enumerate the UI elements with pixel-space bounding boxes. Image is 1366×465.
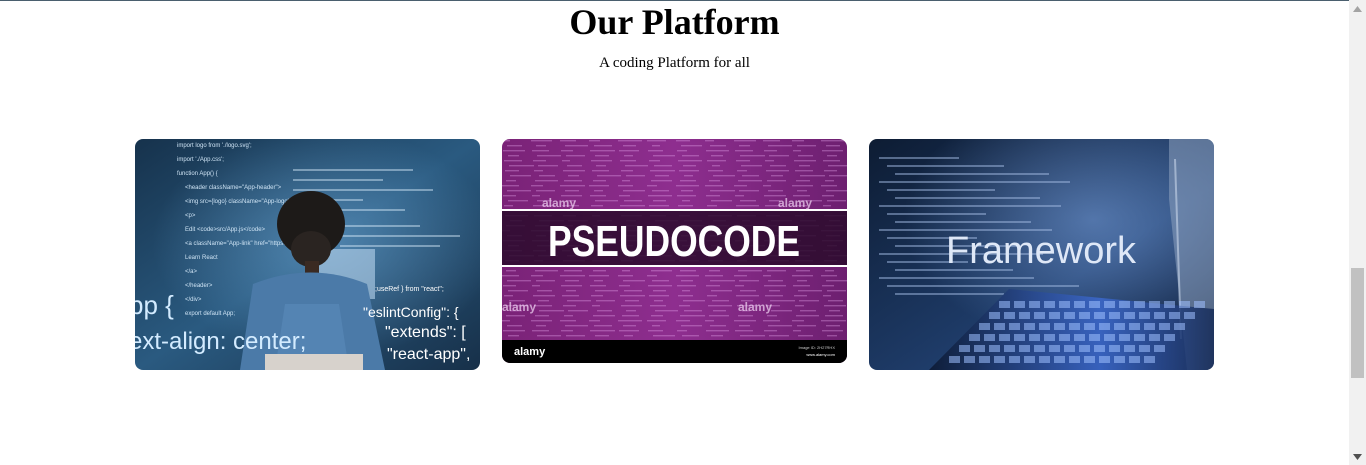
code-line: <img src={logo} className="App-logo" (185, 199, 290, 205)
pseudocode-image: PSEUDOCODE alamy alamy alamy alamy alamy… (502, 139, 847, 363)
framework-text: Framework (946, 230, 1137, 272)
overlay-code-line: "eslintConfig": { (363, 304, 459, 320)
vertical-scrollbar[interactable] (1349, 0, 1366, 465)
code-line: <p> (185, 213, 196, 219)
overlay-code-line: "extends": [ (385, 324, 466, 341)
alamy-url: www.alamy.com (806, 352, 835, 357)
code-line: </div> (185, 297, 202, 303)
overlay-code-line: "react-app", (387, 346, 470, 363)
watermark-4: alamy (738, 300, 772, 314)
code-line: function App() { (177, 171, 218, 177)
alamy-image-id: Image ID: 2H27RHX (799, 345, 836, 350)
scrollbar-thumb[interactable] (1351, 268, 1364, 378)
framework-image: Framework (869, 139, 1214, 370)
code-line: Learn React (185, 255, 218, 261)
watermark-3: alamy (502, 300, 536, 314)
react-developer-image: import logo from './logo.svg'; import './… (135, 139, 480, 370)
card-framework[interactable]: Framework (869, 139, 1214, 370)
code-line: import './App.css'; (177, 157, 224, 163)
code-line: export default App; (185, 311, 235, 317)
platform-section: Our Platform A coding Platform for all i… (0, 0, 1349, 465)
code-line: Edit <code>src/App.js</code> (185, 227, 266, 233)
watermark-2: alamy (778, 196, 812, 210)
card-pseudocode[interactable]: PSEUDOCODE alamy alamy alamy alamy alamy… (502, 139, 847, 363)
section-subtitle: A coding Platform for all (599, 55, 750, 71)
code-line: import logo from './logo.svg'; (177, 143, 252, 149)
code-line: </header> (185, 283, 213, 289)
card-react-developer[interactable]: import logo from './logo.svg'; import './… (135, 139, 480, 370)
alamy-footer-brand: alamy (514, 346, 546, 358)
code-line: </a> (185, 269, 198, 275)
scroll-up-arrow-icon[interactable] (1349, 0, 1366, 17)
overlay-code-line: ;useRef } from "react"; (375, 286, 444, 293)
scroll-down-arrow-icon[interactable] (1349, 448, 1366, 465)
big-code-text-2: ext-align: center; (135, 328, 306, 355)
big-code-text-1: pp { (135, 290, 174, 320)
pseudocode-text: PSEUDOCODE (548, 217, 800, 266)
code-line: <header className="App-header"> (185, 185, 282, 191)
section-title: Our Platform (569, 2, 780, 42)
watermark-1: alamy (542, 196, 576, 210)
